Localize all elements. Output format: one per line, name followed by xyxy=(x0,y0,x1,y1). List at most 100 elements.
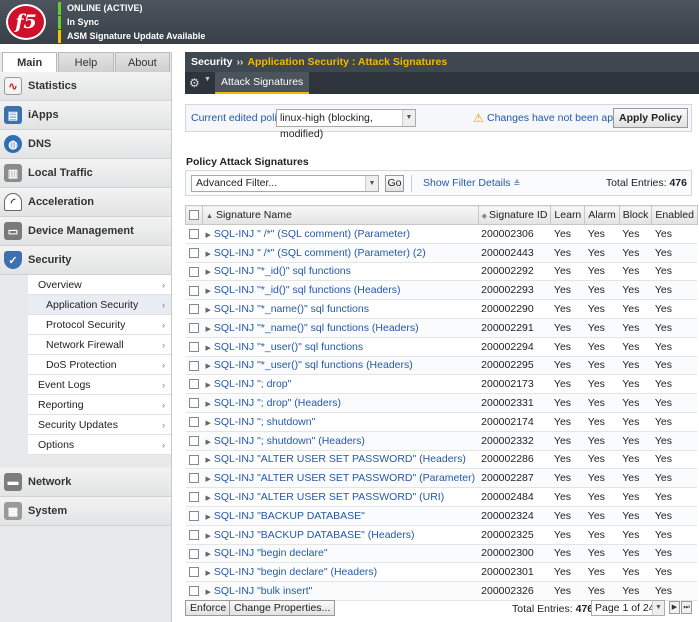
row-checkbox-cell[interactable] xyxy=(185,468,203,489)
expand-arrow-icon[interactable]: ▶ xyxy=(206,570,211,577)
row-checkbox[interactable] xyxy=(188,492,199,503)
policy-label[interactable]: Current edited policy xyxy=(191,112,287,124)
sub-event-logs[interactable]: Event Logs › xyxy=(28,375,171,395)
signature-name-cell[interactable]: ▶ SQL-INJ "; shutdown" (Headers) xyxy=(202,431,479,451)
table-row[interactable]: ▶ SQL-INJ "BACKUP DATABASE" 200002324 Yes Ye… xyxy=(185,506,698,526)
row-checkbox[interactable] xyxy=(188,473,199,484)
header-signature-id[interactable]: ◆ Signature ID xyxy=(477,205,552,225)
last-page-icon[interactable]: ⏭ xyxy=(681,601,692,614)
tab-main[interactable]: Main xyxy=(2,52,58,72)
expand-arrow-icon[interactable]: ▶ xyxy=(206,514,211,521)
expand-arrow-icon[interactable]: ▶ xyxy=(206,439,211,446)
table-row[interactable]: ▶ SQL-INJ "; drop" (Headers) 200002331 Yes Y… xyxy=(185,393,698,413)
signature-link[interactable]: SQL-INJ "*_name()" sql functions (Header… xyxy=(214,322,419,334)
sub-dos-protection[interactable]: DoS Protection › xyxy=(28,355,171,375)
signature-name-cell[interactable]: ▶ SQL-INJ "*_user()" sql functions xyxy=(202,337,479,357)
enforce-button[interactable]: Enforce xyxy=(185,600,232,616)
header-enabled[interactable]: Enabled xyxy=(651,205,698,225)
expand-arrow-icon[interactable]: ▶ xyxy=(206,495,211,502)
row-checkbox[interactable] xyxy=(188,567,199,578)
table-row[interactable]: ▶ SQL-INJ "ALTER USER SET PASSWORD" (URI)… xyxy=(185,487,698,507)
signature-name-cell[interactable]: ▶ SQL-INJ "*_name()" sql functions xyxy=(202,299,479,319)
signature-link[interactable]: SQL-INJ "begin declare" (Headers) xyxy=(214,566,377,578)
signature-link[interactable]: SQL-INJ "BACKUP DATABASE" xyxy=(214,510,365,522)
row-checkbox-cell[interactable] xyxy=(185,431,203,451)
header-select-all[interactable] xyxy=(185,205,203,225)
row-checkbox-cell[interactable] xyxy=(185,544,203,564)
chevron-down-icon[interactable]: ▼ xyxy=(204,76,211,83)
table-row[interactable]: ▶ SQL-INJ "ALTER USER SET PASSWORD" (Para… xyxy=(185,468,698,489)
status-online[interactable]: ONLINE (ACTIVE) xyxy=(58,2,205,15)
header-signature-name[interactable]: ▲ Signature Name xyxy=(202,205,479,225)
expand-arrow-icon[interactable]: ▶ xyxy=(206,589,211,596)
table-row[interactable]: ▶ SQL-INJ "; shutdown" (Headers) 200002332… xyxy=(185,431,698,451)
signature-link[interactable]: SQL-INJ "; drop" (Headers) xyxy=(214,397,341,409)
expand-arrow-icon[interactable]: ▶ xyxy=(206,307,211,314)
row-checkbox[interactable] xyxy=(188,285,199,296)
sub-reporting[interactable]: Reporting › xyxy=(28,395,171,415)
table-row[interactable]: ▶ SQL-INJ "; drop" 200002173 Yes Yes Yes Yes xyxy=(185,374,698,395)
signature-name-cell[interactable]: ▶ SQL-INJ "ALTER USER SET PASSWORD" (Para… xyxy=(202,468,479,489)
row-checkbox[interactable] xyxy=(188,360,199,371)
tab-about[interactable]: About xyxy=(114,52,170,72)
row-checkbox-cell[interactable] xyxy=(185,224,203,244)
row-checkbox-cell[interactable] xyxy=(185,262,203,282)
signature-link[interactable]: SQL-INJ "*_id()" sql functions (Headers) xyxy=(214,284,401,296)
signature-name-cell[interactable]: ▶ SQL-INJ "ALTER USER SET PASSWORD" (URI) xyxy=(202,487,479,507)
signature-link[interactable]: SQL-INJ "; drop" xyxy=(214,378,291,390)
row-checkbox[interactable] xyxy=(188,266,199,277)
expand-arrow-icon[interactable]: ▶ xyxy=(206,401,211,408)
sub-network-firewall[interactable]: Network Firewall › xyxy=(28,335,171,355)
breadcrumb-root[interactable]: Security xyxy=(191,56,232,68)
sub-options[interactable]: Options › xyxy=(28,435,171,455)
row-checkbox-cell[interactable] xyxy=(185,487,203,507)
signature-link[interactable]: SQL-INJ "*_user()" sql functions (Header… xyxy=(214,359,413,371)
change-properties-button[interactable]: Change Properties... xyxy=(229,600,336,616)
signature-name-cell[interactable]: ▶ SQL-INJ "*_name()" sql functions (Heade… xyxy=(202,318,479,338)
signature-name-cell[interactable]: ▶ SQL-INJ "; shutdown" xyxy=(202,412,479,432)
signature-name-cell[interactable]: ▶ SQL-INJ "*_id()" sql functions xyxy=(202,262,479,282)
go-button[interactable]: Go xyxy=(385,175,404,192)
signature-name-cell[interactable]: ▶ SQL-INJ "*_id()" sql functions (Headers… xyxy=(202,280,479,301)
apply-policy-button[interactable]: Apply Policy xyxy=(612,108,688,128)
row-checkbox-cell[interactable] xyxy=(185,299,203,319)
policy-select[interactable]: linux-high (blocking, modified) ▼ xyxy=(276,109,416,140)
table-row[interactable]: ▶ SQL-INJ "BACKUP DATABASE" (Headers) 2000… xyxy=(185,525,698,545)
expand-arrow-icon[interactable]: ▶ xyxy=(206,288,211,295)
nav-local-traffic[interactable]: ▥ Local Traffic xyxy=(0,159,171,188)
sub-application-security[interactable]: Application Security › xyxy=(28,295,171,315)
breadcrumb-current[interactable]: Application Security : Attack Signatures xyxy=(247,56,447,68)
signature-link[interactable]: SQL-INJ "begin declare" xyxy=(214,547,328,559)
row-checkbox[interactable] xyxy=(188,379,199,390)
table-row[interactable]: ▶ SQL-INJ "begin declare" (Headers) 200002… xyxy=(185,562,698,583)
signature-name-cell[interactable]: ▶ SQL-INJ "BACKUP DATABASE" (Headers) xyxy=(202,525,479,545)
expand-arrow-icon[interactable]: ▶ xyxy=(206,551,211,558)
signature-link[interactable]: SQL-INJ "*_name()" sql functions xyxy=(214,303,369,315)
table-row[interactable]: ▶ SQL-INJ " /*" (SQL comment) (Parameter)… xyxy=(185,224,698,244)
expand-arrow-icon[interactable]: ▶ xyxy=(206,269,211,276)
row-checkbox[interactable] xyxy=(188,511,199,522)
table-row[interactable]: ▶ SQL-INJ "begin declare" 200002300 Yes Yes Y… xyxy=(185,544,698,564)
expand-arrow-icon[interactable]: ▶ xyxy=(206,345,211,352)
row-checkbox-cell[interactable] xyxy=(185,356,203,376)
header-alarm[interactable]: Alarm xyxy=(584,205,620,225)
row-checkbox-cell[interactable] xyxy=(185,450,203,470)
row-checkbox[interactable] xyxy=(188,529,199,540)
nav-statistics[interactable]: ∿ Statistics xyxy=(0,72,171,101)
signature-name-cell[interactable]: ▶ SQL-INJ "*_user()" sql functions (Heade… xyxy=(202,356,479,376)
row-checkbox[interactable] xyxy=(188,323,199,334)
show-filter-details-link[interactable]: Show Filter Details ≚ xyxy=(423,177,520,189)
row-checkbox-cell[interactable] xyxy=(185,318,203,338)
table-row[interactable]: ▶ SQL-INJ "*_name()" sql functions (Heade… xyxy=(185,318,698,338)
signature-name-cell[interactable]: ▶ SQL-INJ "ALTER USER SET PASSWORD" (Head… xyxy=(202,450,479,470)
row-checkbox-cell[interactable] xyxy=(185,337,203,357)
row-checkbox[interactable] xyxy=(188,586,199,597)
nav-dns[interactable]: ◍ DNS xyxy=(0,130,171,159)
signature-link[interactable]: SQL-INJ "; shutdown" (Headers) xyxy=(214,435,365,447)
table-row[interactable]: ▶ SQL-INJ " /*" (SQL comment) (Parameter)… xyxy=(185,243,698,263)
status-asm-update[interactable]: ASM Signature Update Available xyxy=(58,30,205,43)
row-checkbox[interactable] xyxy=(188,454,199,465)
nav-security[interactable]: ✓ Security xyxy=(0,246,171,275)
signature-name-cell[interactable]: ▶ SQL-INJ " /*" (SQL comment) (Parameter) xyxy=(202,224,479,244)
row-checkbox[interactable] xyxy=(188,229,199,240)
